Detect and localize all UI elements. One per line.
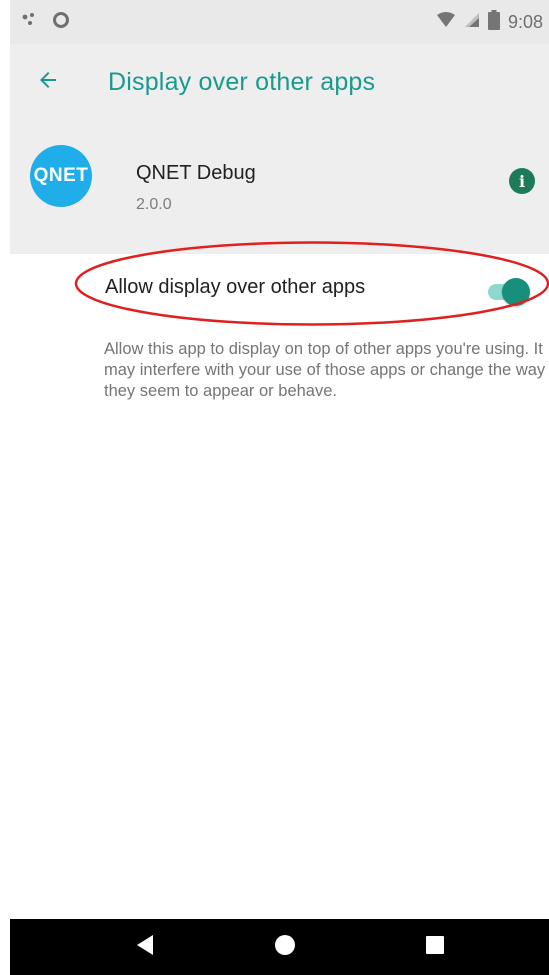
navigation-bar (10, 919, 549, 975)
home-circle-icon (274, 934, 296, 961)
setting-label: Allow display over other apps (105, 276, 366, 298)
info-icon: i (518, 171, 526, 191)
app-bar: Display over other apps (10, 44, 549, 120)
nav-recents-button[interactable] (395, 919, 475, 975)
status-left (22, 11, 70, 34)
arrow-left-icon (36, 68, 60, 97)
page-title: Display over other apps (108, 67, 376, 96)
app-header: QNET QNET Debug 2.0.0 i (10, 120, 549, 254)
setting-description: Allow this app to display on top of othe… (104, 340, 546, 400)
app-version: 2.0.0 (136, 196, 172, 213)
info-button[interactable]: i (509, 168, 535, 194)
back-triangle-icon (135, 934, 155, 961)
recents-square-icon (425, 935, 445, 960)
nav-home-button[interactable] (245, 919, 325, 975)
app-icon-text: QNET (33, 165, 89, 186)
allow-display-toggle[interactable] (488, 278, 530, 306)
screen: 9:08 Display over other apps QNET QNET D… (0, 0, 549, 975)
toggle-thumb (502, 278, 530, 306)
cellular-signal-icon (464, 12, 480, 33)
status-bar: 9:08 (10, 0, 549, 44)
app-name: QNET Debug (136, 162, 256, 184)
status-right: 9:08 (436, 9, 543, 35)
app-icon: QNET (30, 145, 92, 207)
circle-icon (52, 11, 70, 34)
status-time: 9:08 (507, 11, 543, 32)
battery-icon (487, 9, 500, 35)
notification-icon (22, 12, 40, 33)
nav-back-button[interactable] (105, 919, 185, 975)
wifi-icon (436, 11, 456, 33)
back-button[interactable] (20, 54, 76, 110)
allow-display-setting-row[interactable]: Allow display over other apps (10, 254, 549, 332)
